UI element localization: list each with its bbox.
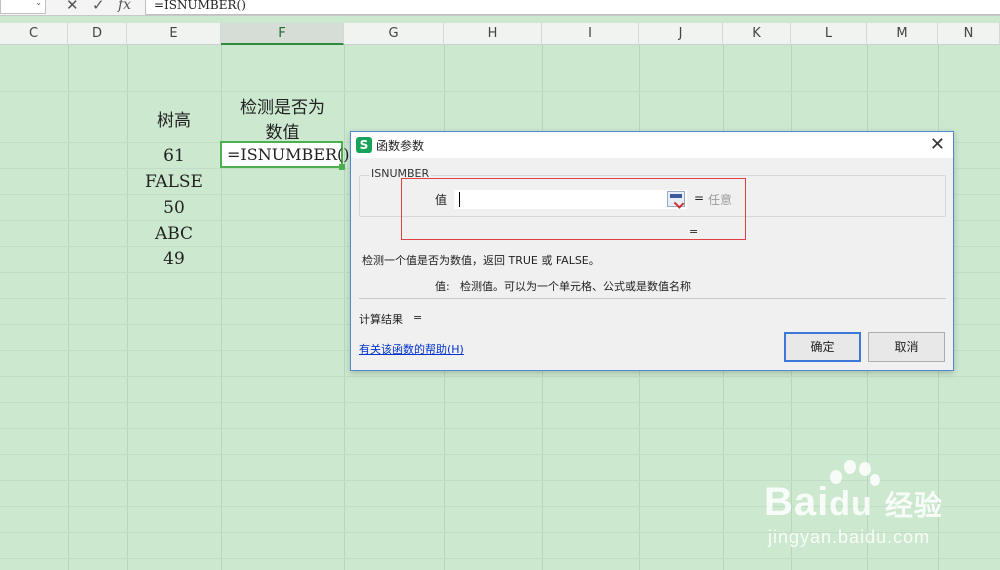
column-header-n[interactable]: N [938,23,1000,45]
argument-description: 检测值。可以为一个单元格、公式或是数值名称 [460,280,691,293]
column-headers: C D E F G H I J K L M N [0,23,1000,45]
cell-e-value[interactable]: ABC [127,224,221,244]
column-header-f[interactable]: F [221,23,344,45]
baidu-watermark: Baidu 经验 jingyan.baidu.com [764,458,1000,558]
help-link[interactable]: 有关该函数的帮助(H) [359,341,464,357]
column-header-j[interactable]: J [639,23,723,45]
column-header-g[interactable]: G [344,23,444,45]
watermark-url: jingyan.baidu.com [768,527,931,547]
column-header-m[interactable]: M [867,23,938,45]
column-header-l[interactable]: L [791,23,867,45]
calc-result-equals: = [413,311,423,324]
column-header-c[interactable]: C [0,23,68,45]
cell-e-header[interactable]: 树高 [127,106,221,131]
name-box[interactable]: ⌄ [0,0,46,14]
column-header-k[interactable]: K [723,23,791,45]
column-header-h[interactable]: H [444,23,542,45]
x-icon[interactable]: ✕ [66,0,79,14]
column-header-d[interactable]: D [68,23,127,45]
watermark-brand: Baidu 经验 [764,480,943,524]
highlight-frame [401,178,746,240]
formula-input[interactable]: =ISNUMBER() [145,0,1000,15]
column-header-i[interactable]: I [542,23,639,45]
ok-button[interactable]: 确定 [784,332,861,362]
formula-bar: ⌄ ✕ ✓ fx =ISNUMBER() [0,0,1000,16]
function-description: 检测一个值是否为数值，返回 TRUE 或 FALSE。 [362,254,600,267]
cell-f-header-line2[interactable]: 数值 [221,118,344,143]
column-header-e[interactable]: E [127,23,221,45]
cell-e-value[interactable]: 50 [127,198,221,218]
close-icon[interactable]: ✕ [930,134,945,155]
fill-handle[interactable] [339,164,345,170]
dialog-title-bar[interactable]: S 函数参数 ✕ [351,132,953,158]
fx-icon[interactable]: fx [118,0,131,13]
active-cell[interactable]: =ISNUMBER() [220,141,350,168]
chevron-down-icon[interactable]: ⌄ [35,0,42,7]
calc-result-label: 计算结果 [359,313,403,326]
cell-e-value[interactable]: 61 [127,146,221,166]
wps-logo-icon: S [356,137,372,153]
argument-description-name: 值: [435,280,450,293]
dialog-title: 函数参数 [376,139,425,153]
cancel-button[interactable]: 取消 [868,332,945,362]
cell-e-value[interactable]: 49 [127,249,221,269]
check-icon[interactable]: ✓ [92,0,105,14]
function-arguments-dialog: S 函数参数 ✕ ISNUMBER 值 = 任意 = 检测一个值是否为数值，返回… [350,131,954,371]
divider [359,298,946,299]
cell-f-header-line1[interactable]: 检测是否为 [221,93,344,118]
cell-e-value[interactable]: FALSE [127,172,221,192]
